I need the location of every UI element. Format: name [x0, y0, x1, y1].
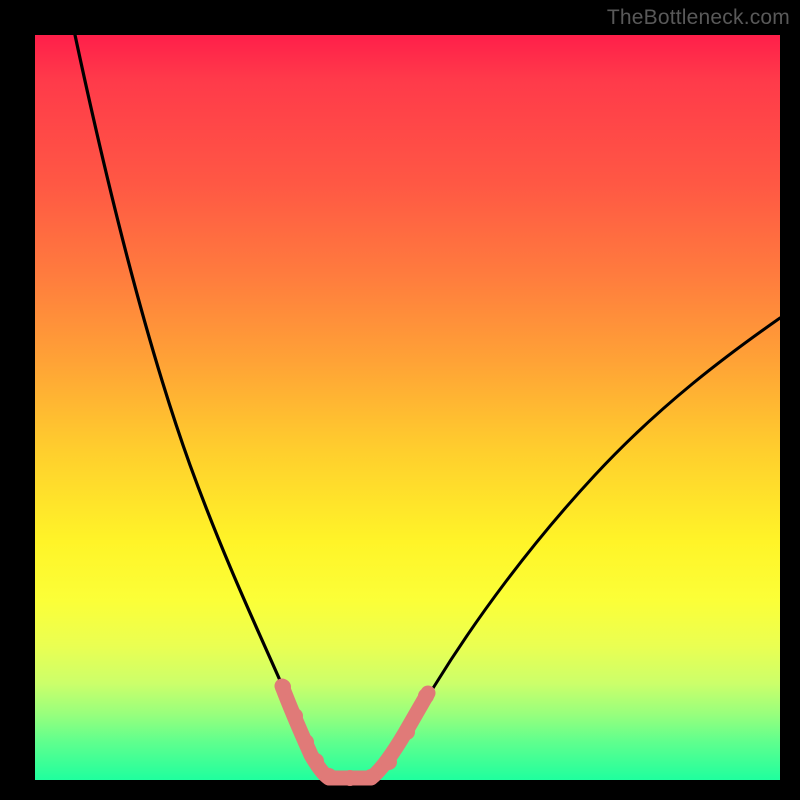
plot-area	[35, 35, 780, 780]
right-curve	[371, 318, 780, 777]
left-curve	[75, 35, 328, 777]
chart-frame: TheBottleneck.com	[0, 0, 800, 800]
chart-svg	[35, 35, 780, 780]
highlight-right	[371, 693, 428, 778]
watermark-text: TheBottleneck.com	[607, 6, 790, 30]
